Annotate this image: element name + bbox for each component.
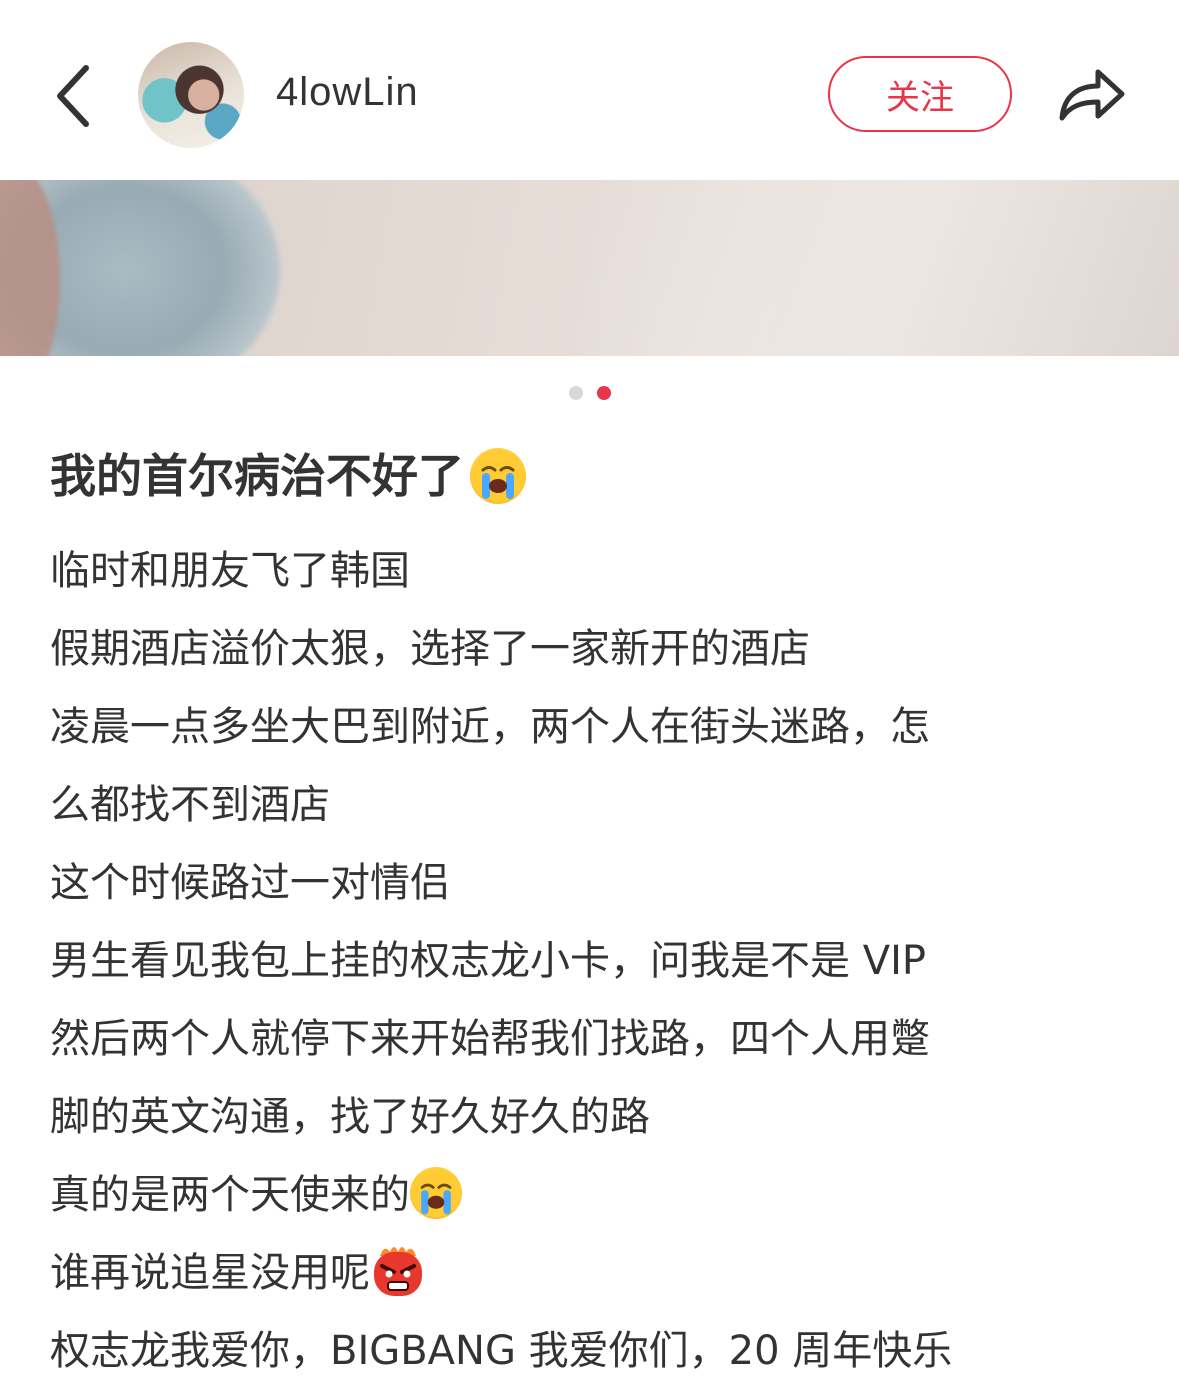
photo-shading [600,180,1179,356]
post-line: 凌晨一点多坐大巴到附近，两个人在街头迷路，怎 [50,704,930,750]
post-photo[interactable] [0,180,1179,356]
follow-button[interactable]: 关注 [828,56,1012,132]
post-line: 假期酒店溢价太狠，选择了一家新开的酒店 [50,626,810,672]
post-title: 我的首尔病治不好了 [50,440,526,506]
post-line-text: 谁再说追星没用呢 [50,1250,370,1296]
post-line: 权志龙我爱你，BIGBANG 我爱你们，20 周年快乐 [50,1328,953,1374]
angry-face-icon [370,1242,426,1298]
post-line: 这个时候路过一对情侣 [50,860,450,906]
loudly-crying-face-icon [410,1167,462,1219]
share-arrow-icon [1059,69,1125,121]
carousel-indicator [0,386,1179,400]
post-line: 临时和朋友飞了韩国 [50,548,410,594]
post-line: 脚的英文沟通，找了好久好久的路 [50,1094,650,1140]
post-line-with-emoji: 谁再说追星没用呢 [50,1234,1130,1312]
carousel-dot [568,386,583,400]
post-line-with-emoji: 真的是两个天使来的 [50,1156,1130,1234]
post-body: 临时和朋友飞了韩国 假期酒店溢价太狠，选择了一家新开的酒店 凌晨一点多坐大巴到附… [50,532,1130,1390]
post-line-text: 真的是两个天使来的 [50,1172,410,1218]
back-button[interactable] [46,60,106,132]
username[interactable]: 4lowLin [276,70,419,115]
post-line: 么都找不到酒店 [50,782,330,828]
chevron-left-icon [57,65,89,127]
post-line: 然后两个人就停下来开始帮我们找路，四个人用蹩 [50,1016,930,1062]
carousel-dot-active [596,386,611,400]
share-button[interactable] [1056,62,1128,126]
post-line: 男生看见我包上挂的权志龙小卡，问我是不是 VIP [50,938,926,984]
loudly-crying-face-icon [470,447,526,504]
post-header: 4lowLin 关注 [0,0,1179,180]
avatar[interactable] [138,42,244,148]
post-title-text: 我的首尔病治不好了 [50,449,464,503]
